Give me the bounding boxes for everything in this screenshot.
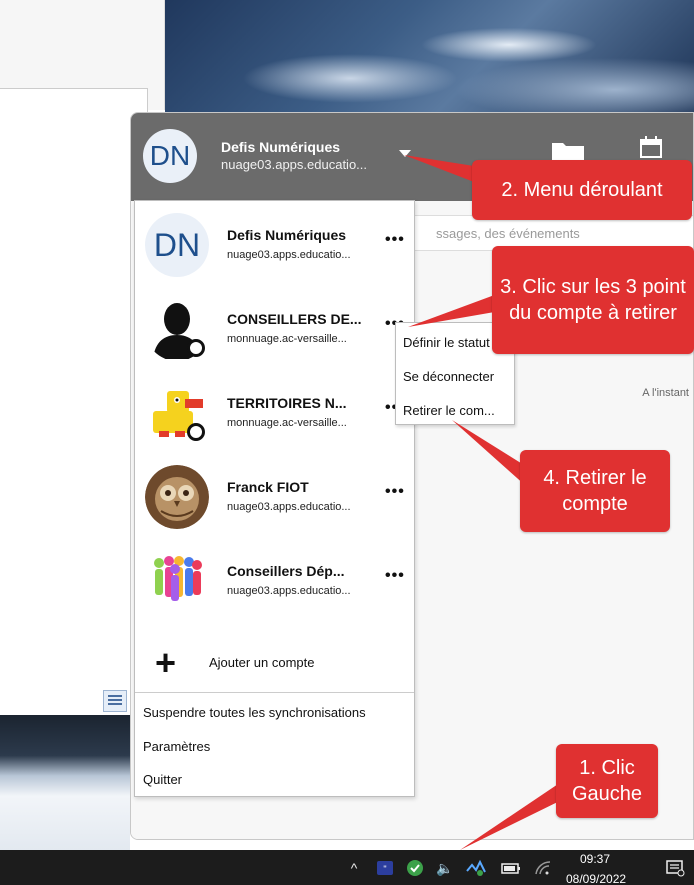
callout-left-click: 1. Clic Gauche: [556, 744, 658, 818]
callout-menu-deroulant: 2. Menu déroulant: [472, 160, 692, 220]
callout-click-dots: 3. Clic sur les 3 point du compte à reti…: [492, 246, 694, 354]
callout-remove-account: 4. Retirer le compte: [520, 450, 670, 532]
